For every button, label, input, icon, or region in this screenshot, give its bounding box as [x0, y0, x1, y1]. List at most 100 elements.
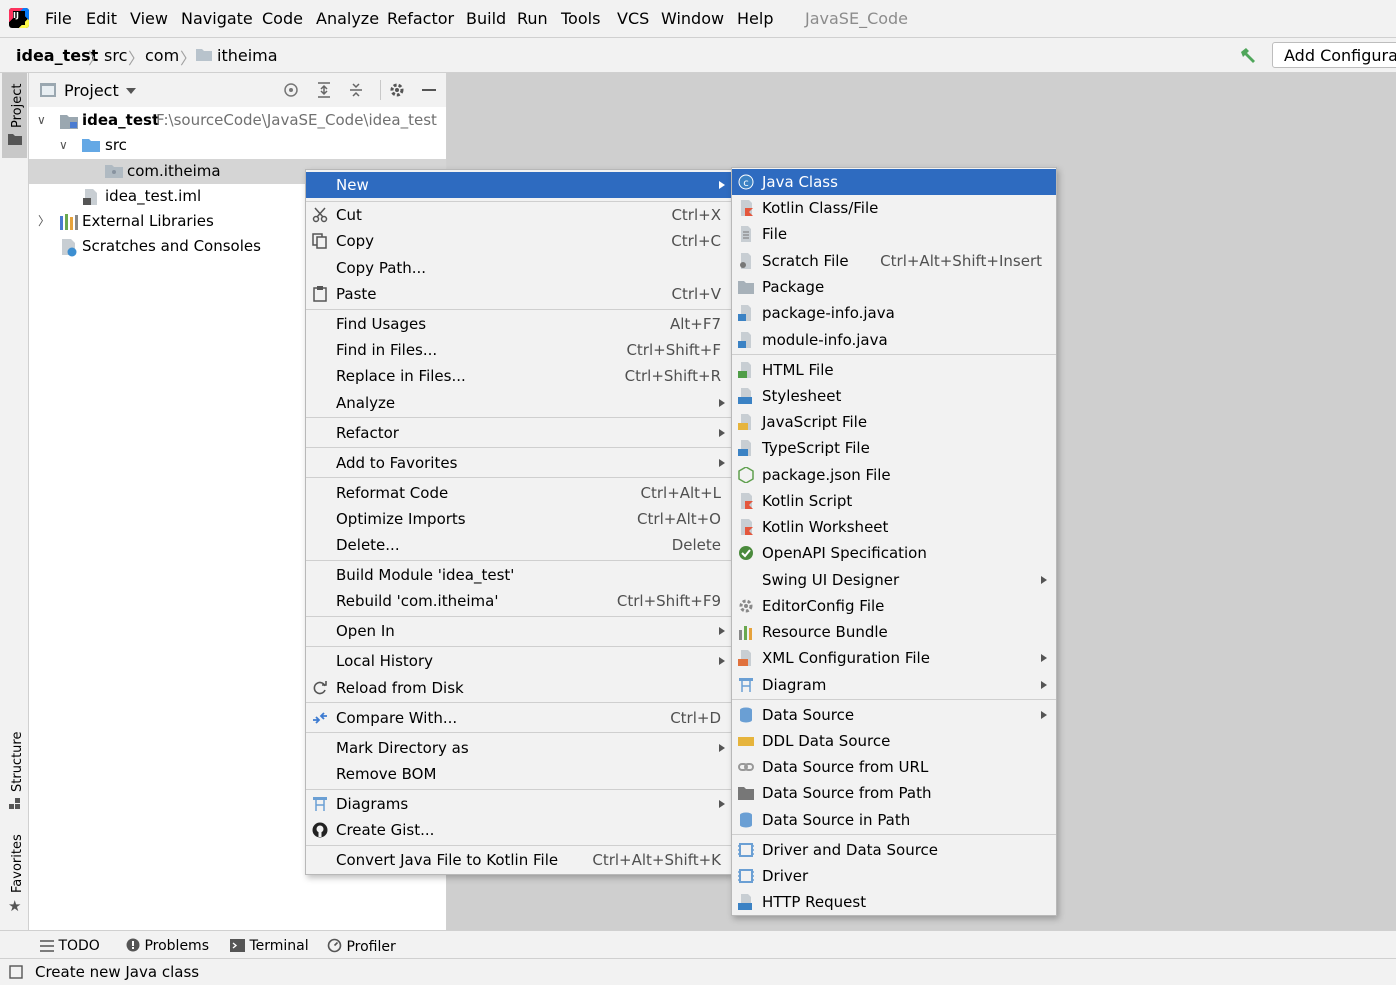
- new-kotlin-worksheet[interactable]: Kotlin Worksheet: [732, 514, 1056, 540]
- menu-vcs[interactable]: VCS: [617, 9, 649, 28]
- chevron-right-icon[interactable]: 〉: [38, 209, 50, 234]
- new-data-source-in-path[interactable]: Data Source in Path: [732, 807, 1056, 833]
- menu-item-remove-bom[interactable]: Remove BOM: [306, 761, 731, 787]
- menu-refactor[interactable]: Refactor: [387, 9, 454, 28]
- hammer-icon[interactable]: [1238, 46, 1258, 66]
- menu-item-open-in[interactable]: Open In: [306, 618, 731, 644]
- menu-item-mark-directory-as[interactable]: Mark Directory as: [306, 735, 731, 761]
- gear-icon[interactable]: [388, 81, 406, 99]
- favorites-tool-tab[interactable]: Favorites ★: [2, 834, 27, 920]
- menu-file[interactable]: File: [45, 9, 72, 28]
- breadcrumb-com[interactable]: com: [145, 46, 179, 65]
- project-tool-tab[interactable]: Project: [2, 73, 27, 158]
- new-driver[interactable]: Driver: [732, 863, 1056, 889]
- svg-text:c: c: [743, 178, 749, 189]
- new-http-request[interactable]: HTTP Request: [732, 889, 1056, 915]
- structure-tool-tab[interactable]: Structure: [2, 730, 27, 820]
- database-icon: [740, 812, 752, 828]
- menu-item-copy[interactable]: Copy Ctrl+C: [306, 228, 731, 254]
- add-configuration-button[interactable]: Add Configurat: [1272, 42, 1396, 68]
- tree-item-src[interactable]: ∨ src: [29, 133, 446, 158]
- tree-item-label: idea_test: [82, 111, 160, 129]
- minimize-icon[interactable]: [422, 89, 436, 91]
- new-scratch-file[interactable]: Scratch File Ctrl+Alt+Shift+Insert: [732, 248, 1056, 274]
- menu-item-find-usages[interactable]: Find Usages Alt+F7: [306, 311, 731, 337]
- menu-build[interactable]: Build: [466, 9, 506, 28]
- new-xml-configuration-file[interactable]: XML Configuration File: [732, 645, 1056, 671]
- new-openapi-specification[interactable]: OpenAPI Specification: [732, 540, 1056, 566]
- tool-tab-problems[interactable]: Problems: [126, 938, 209, 954]
- database-icon: [740, 707, 752, 723]
- menu-analyze[interactable]: Analyze: [316, 9, 379, 28]
- new-kotlin-script[interactable]: Kotlin Script: [732, 488, 1056, 514]
- menu-view[interactable]: View: [130, 9, 168, 28]
- new-html-file[interactable]: HTML File: [732, 357, 1056, 383]
- tool-tab-todo[interactable]: TODO: [40, 938, 100, 954]
- menu-navigate[interactable]: Navigate: [181, 9, 253, 28]
- tree-item-idea-test[interactable]: ∨ idea_test F:\sourceCode\JavaSE_Code\id…: [29, 108, 446, 133]
- new-javascript-file[interactable]: JavaScript File: [732, 409, 1056, 435]
- new-driver-and-data-source[interactable]: Driver and Data Source: [732, 837, 1056, 863]
- expand-all-icon[interactable]: [316, 82, 332, 98]
- menu-item-create-gist[interactable]: Create Gist...: [306, 817, 731, 843]
- menu-item-cut[interactable]: Cut Ctrl+X: [306, 202, 731, 228]
- menu-item-add-to-favorites[interactable]: Add to Favorites: [306, 450, 731, 476]
- menu-tools[interactable]: Tools: [561, 9, 600, 28]
- new-package[interactable]: Package: [732, 274, 1056, 300]
- menu-item-delete[interactable]: Delete... Delete: [306, 532, 731, 558]
- menu-run[interactable]: Run: [517, 9, 548, 28]
- new-data-source-from-path[interactable]: Data Source from Path: [732, 780, 1056, 806]
- new-stylesheet[interactable]: Stylesheet: [732, 383, 1056, 409]
- new-diagram[interactable]: Diagram: [732, 672, 1056, 698]
- menu-help[interactable]: Help: [737, 9, 773, 28]
- new-editorconfig-file[interactable]: EditorConfig File: [732, 593, 1056, 619]
- chevron-down-icon[interactable]: ∨: [37, 108, 46, 133]
- new-module-info[interactable]: module-info.java: [732, 327, 1056, 353]
- menu-window[interactable]: Window: [661, 9, 724, 28]
- new-data-source[interactable]: Data Source: [732, 702, 1056, 728]
- menu-item-paste[interactable]: Paste Ctrl+V: [306, 281, 731, 307]
- new-kotlin-class[interactable]: Kotlin Class/File: [732, 195, 1056, 221]
- new-data-source-from-url[interactable]: Data Source from URL: [732, 754, 1056, 780]
- locate-icon[interactable]: [283, 82, 299, 98]
- menu-item-reformat-code[interactable]: Reformat Code Ctrl+Alt+L: [306, 480, 731, 506]
- new-swing-ui-designer[interactable]: Swing UI Designer: [732, 567, 1056, 593]
- menu-item-convert-to-kotlin[interactable]: Convert Java File to Kotlin File Ctrl+Alt…: [306, 847, 731, 873]
- file-icon: [741, 226, 751, 242]
- menu-code[interactable]: Code: [262, 9, 303, 28]
- menu-item-copy-path[interactable]: Copy Path...: [306, 255, 731, 281]
- collapse-all-icon[interactable]: [348, 82, 364, 98]
- menu-item-replace-in-files[interactable]: Replace in Files... Ctrl+Shift+R: [306, 363, 731, 389]
- dropdown-arrow-icon[interactable]: [126, 88, 136, 94]
- menu-item-find-in-files[interactable]: Find in Files... Ctrl+Shift+F: [306, 337, 731, 363]
- new-resource-bundle[interactable]: Resource Bundle: [732, 619, 1056, 645]
- tool-tab-profiler[interactable]: Profiler: [327, 938, 396, 955]
- new-typescript-file[interactable]: TypeScript File: [732, 435, 1056, 461]
- menu-edit[interactable]: Edit: [86, 9, 117, 28]
- menu-item-diagrams[interactable]: Diagrams: [306, 791, 731, 817]
- menu-item-analyze[interactable]: Analyze: [306, 390, 731, 416]
- tool-tab-terminal[interactable]: Terminal: [230, 938, 309, 954]
- menu-item-rebuild[interactable]: Rebuild 'com.itheima' Ctrl+Shift+F9: [306, 588, 731, 614]
- chevron-down-icon[interactable]: ∨: [59, 133, 68, 158]
- menu-item-optimize-imports[interactable]: Optimize Imports Ctrl+Alt+O: [306, 506, 731, 532]
- new-file[interactable]: File: [732, 221, 1056, 247]
- breadcrumb-itheima[interactable]: itheima: [217, 46, 278, 65]
- new-package-info[interactable]: package-info.java: [732, 300, 1056, 326]
- menu-item-local-history[interactable]: Local History: [306, 648, 731, 674]
- javascript-file-icon: [738, 414, 751, 430]
- menu-item-refactor[interactable]: Refactor: [306, 420, 731, 446]
- menu-item-build-module[interactable]: Build Module 'idea_test': [306, 562, 731, 588]
- project-view-icon: [40, 83, 56, 97]
- folder-icon: [8, 134, 22, 145]
- new-ddl-data-source[interactable]: DDL Data Source: [732, 728, 1056, 754]
- project-view-selector[interactable]: Project: [64, 81, 119, 100]
- breadcrumb-src[interactable]: src: [104, 46, 127, 65]
- menu-item-new[interactable]: New: [306, 172, 731, 198]
- breadcrumb-project[interactable]: idea_test: [16, 46, 98, 65]
- status-toggle-icon[interactable]: [9, 965, 23, 979]
- new-java-class[interactable]: c Java Class: [732, 169, 1056, 195]
- menu-item-compare-with[interactable]: Compare With... Ctrl+D: [306, 705, 731, 731]
- new-package-json[interactable]: package.json File: [732, 462, 1056, 488]
- menu-item-reload-from-disk[interactable]: Reload from Disk: [306, 675, 731, 701]
